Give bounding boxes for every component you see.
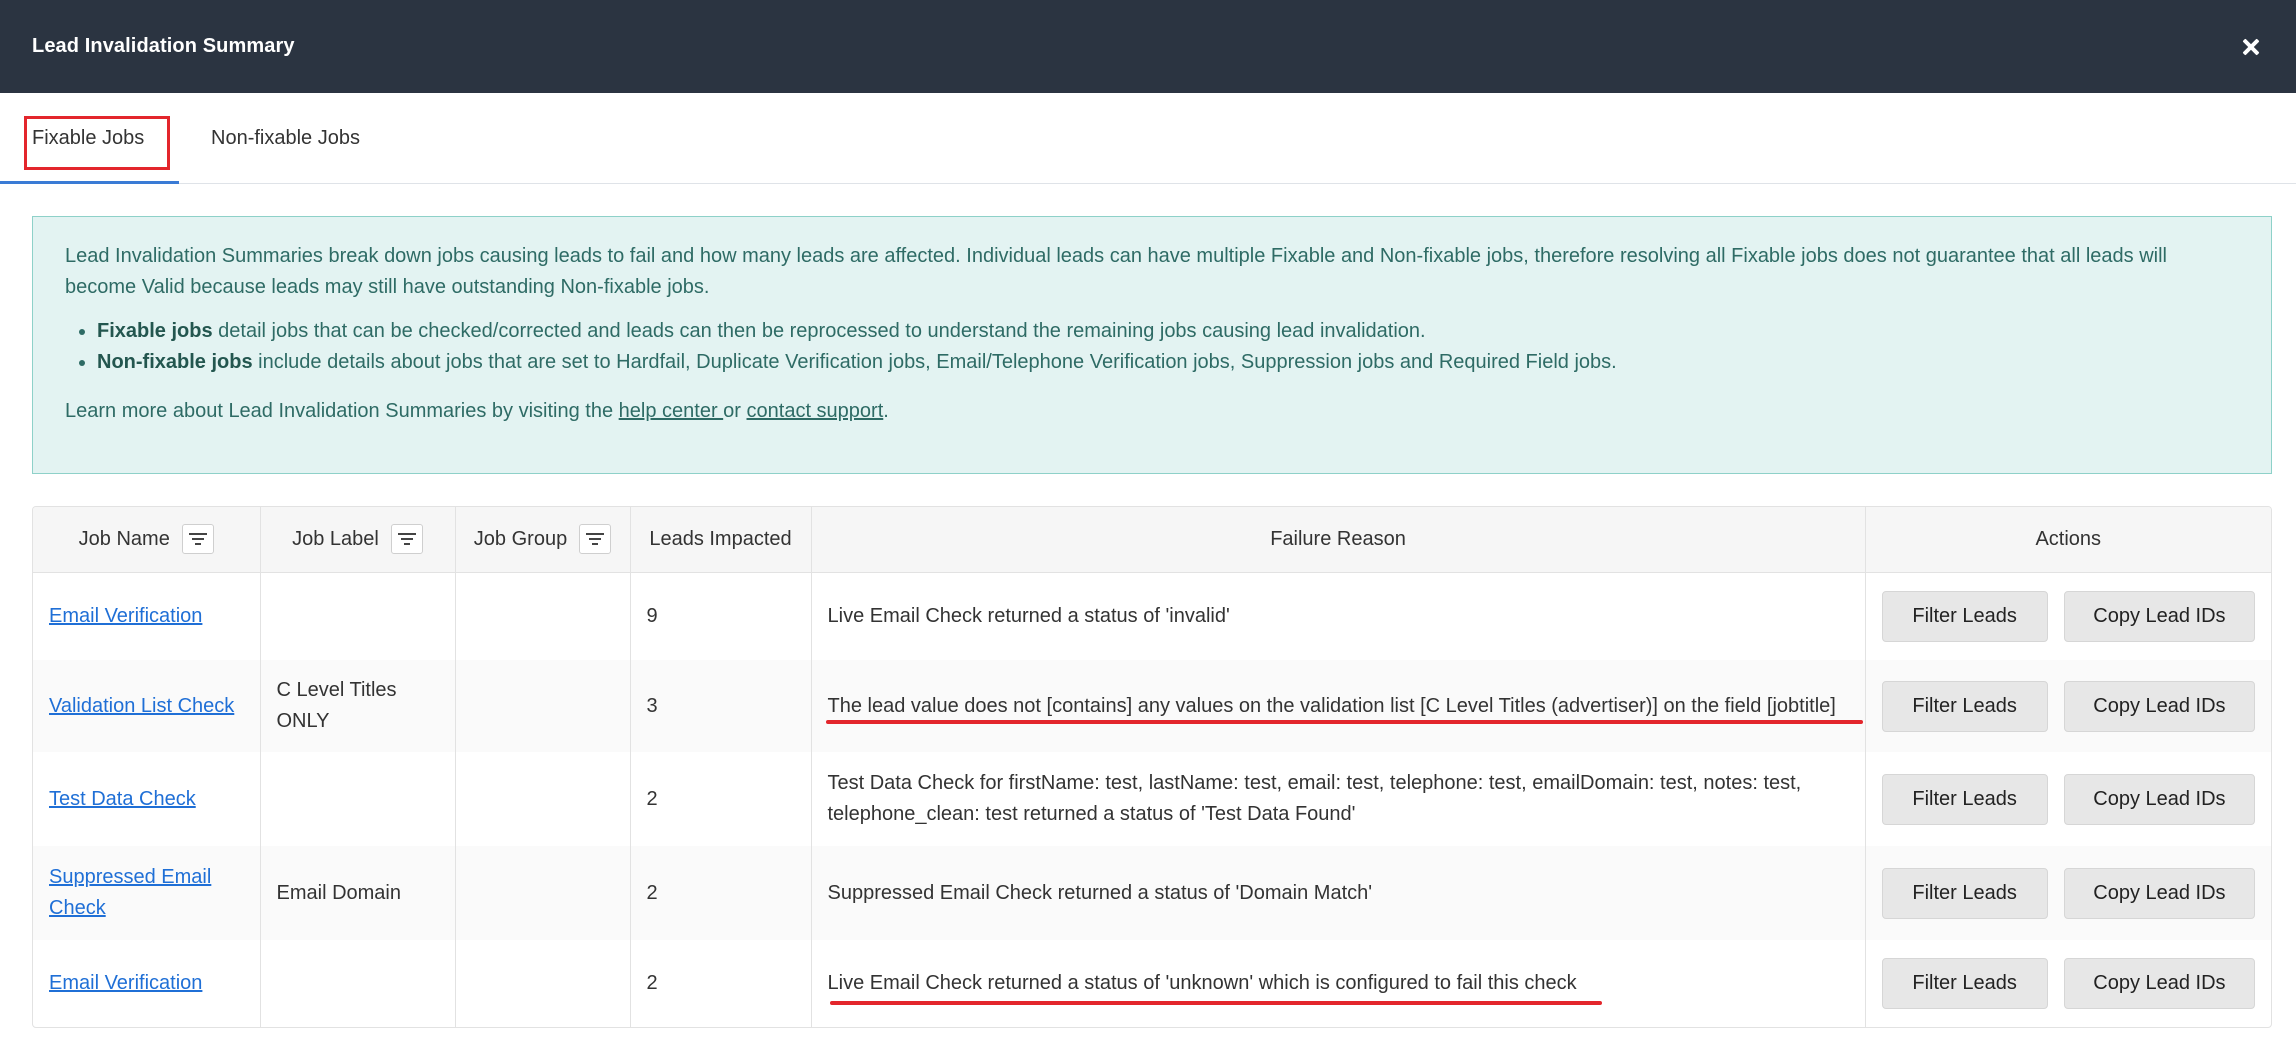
leads-impacted-cell: 9 (630, 572, 812, 660)
filter-icon[interactable] (181, 524, 214, 555)
info-panel: Lead Invalidation Summaries break down j… (32, 216, 2272, 474)
help-center-link[interactable]: help center (619, 400, 724, 422)
header-leads-impacted: Leads Impacted (630, 507, 812, 573)
leads-impacted-cell: 2 (630, 752, 812, 846)
filter-leads-button[interactable]: Filter Leads (1881, 590, 2048, 642)
job-label-cell (260, 752, 456, 846)
job-group-cell (455, 572, 631, 660)
info-bullet: Fixable jobs detail jobs that can be che… (97, 316, 2241, 347)
annotation-underline (825, 720, 1863, 724)
info-learn-more: Learn more about Lead Invalidation Summa… (65, 396, 2241, 427)
header-job-label: Job Label (260, 507, 456, 573)
failure-reason-text: The lead value does not [contains] any v… (827, 694, 1836, 717)
filter-icon[interactable] (579, 524, 612, 555)
table-row: Email Verification 9 Live Email Check re… (33, 572, 2271, 660)
failure-reason-text: Suppressed Email Check returned a status… (827, 881, 1373, 904)
header-label: Job Label (292, 527, 379, 550)
table-row: Suppressed Email Check Email Domain 2 Su… (33, 846, 2271, 940)
job-group-cell (455, 752, 631, 846)
copy-lead-ids-button[interactable]: Copy Lead IDs (2063, 773, 2255, 825)
table-row: Validation List Check C Level Titles ONL… (33, 660, 2271, 752)
tab-fixable-jobs[interactable]: Fixable Jobs (0, 93, 179, 184)
table-header-row: Job Name Job Label Job Group Leads Impac… (33, 507, 2271, 573)
job-label-cell: Email Domain (260, 846, 456, 940)
bullet-bold: Fixable jobs (97, 320, 213, 342)
copy-lead-ids-button[interactable]: Copy Lead IDs (2063, 958, 2255, 1009)
failure-reason-cell: Live Email Check returned a status of 'i… (811, 572, 1866, 660)
copy-lead-ids-button[interactable]: Copy Lead IDs (2063, 867, 2255, 919)
bullet-bold: Non-fixable jobs (97, 351, 253, 373)
header-job-name: Job Name (33, 507, 261, 573)
tab-non-fixable-jobs[interactable]: Non-fixable Jobs (179, 93, 392, 183)
bullet-text: include details about jobs that are set … (252, 351, 1617, 373)
table-row: Email Verification 2 Live Email Check re… (33, 940, 2271, 1027)
failure-reason-cell: Live Email Check returned a status of 'u… (811, 940, 1866, 1027)
contact-support-link[interactable]: contact support (747, 400, 884, 422)
job-name-link[interactable]: Validation List Check (49, 695, 234, 717)
header-job-group: Job Group (455, 507, 631, 573)
learn-prefix: Learn more about Lead Invalidation Summa… (65, 400, 619, 422)
filter-leads-button[interactable]: Filter Leads (1881, 773, 2048, 825)
job-name-link[interactable]: Email Verification (49, 972, 202, 994)
jobs-table-container: Job Name Job Label Job Group Leads Impac… (32, 506, 2272, 1028)
job-group-cell (455, 940, 631, 1027)
annotation-underline (829, 1001, 1602, 1005)
header-failure-reason: Failure Reason (811, 507, 1866, 573)
job-label-cell (260, 572, 456, 660)
failure-reason-text: Live Email Check returned a status of 'u… (827, 972, 1577, 994)
job-name-link[interactable]: Test Data Check (49, 788, 196, 810)
learn-or: or (723, 400, 747, 422)
close-icon[interactable] (2236, 32, 2266, 62)
failure-reason-cell: Suppressed Email Check returned a status… (811, 846, 1866, 940)
job-label-cell (260, 940, 456, 1027)
info-intro: Lead Invalidation Summaries break down j… (65, 245, 2167, 298)
leads-impacted-cell: 2 (630, 846, 812, 940)
tab-label: Non-fixable Jobs (211, 126, 360, 149)
copy-lead-ids-button[interactable]: Copy Lead IDs (2063, 590, 2255, 642)
actions-cell: Filter Leads Copy Lead IDs (1865, 572, 2271, 660)
filter-leads-button[interactable]: Filter Leads (1881, 958, 2048, 1009)
header-actions: Actions (1865, 507, 2271, 573)
actions-cell: Filter Leads Copy Lead IDs (1865, 660, 2271, 752)
job-name-link[interactable]: Email Verification (49, 605, 202, 627)
job-group-cell (455, 660, 631, 752)
copy-lead-ids-button[interactable]: Copy Lead IDs (2063, 680, 2255, 732)
modal-header: Lead Invalidation Summary (0, 0, 2296, 93)
actions-cell: Filter Leads Copy Lead IDs (1865, 940, 2271, 1027)
info-bullets: Fixable jobs detail jobs that can be che… (97, 316, 2241, 378)
actions-cell: Filter Leads Copy Lead IDs (1865, 846, 2271, 940)
learn-suffix: . (883, 400, 889, 422)
header-label: Job Group (473, 527, 568, 550)
filter-leads-button[interactable]: Filter Leads (1881, 680, 2048, 732)
failure-reason-cell: Test Data Check for firstName: test, las… (811, 752, 1866, 846)
failure-reason-text: Live Email Check returned a status of 'i… (827, 604, 1230, 627)
job-label-cell: C Level Titles ONLY (260, 660, 456, 752)
annotation-highlight-box (24, 116, 170, 170)
job-name-link[interactable]: Suppressed Email Check (49, 866, 211, 919)
actions-cell: Filter Leads Copy Lead IDs (1865, 752, 2271, 846)
filter-icon[interactable] (390, 524, 423, 555)
failure-reason-cell: The lead value does not [contains] any v… (811, 660, 1866, 752)
header-label: Job Name (78, 527, 170, 550)
tab-bar: Fixable Jobs Non-fixable Jobs (0, 93, 2296, 184)
modal-title: Lead Invalidation Summary (32, 35, 295, 57)
failure-reason-text: Test Data Check for firstName: test, las… (827, 772, 1802, 825)
job-group-cell (455, 846, 631, 940)
leads-impacted-cell: 3 (630, 660, 812, 752)
leads-impacted-cell: 2 (630, 940, 812, 1027)
jobs-table: Job Name Job Label Job Group Leads Impac… (33, 507, 2271, 1027)
info-bullet: Non-fixable jobs include details about j… (97, 347, 2241, 378)
filter-leads-button[interactable]: Filter Leads (1881, 867, 2048, 919)
bullet-text: detail jobs that can be checked/correcte… (212, 320, 1426, 342)
table-row: Test Data Check 2 Test Data Check for fi… (33, 752, 2271, 846)
